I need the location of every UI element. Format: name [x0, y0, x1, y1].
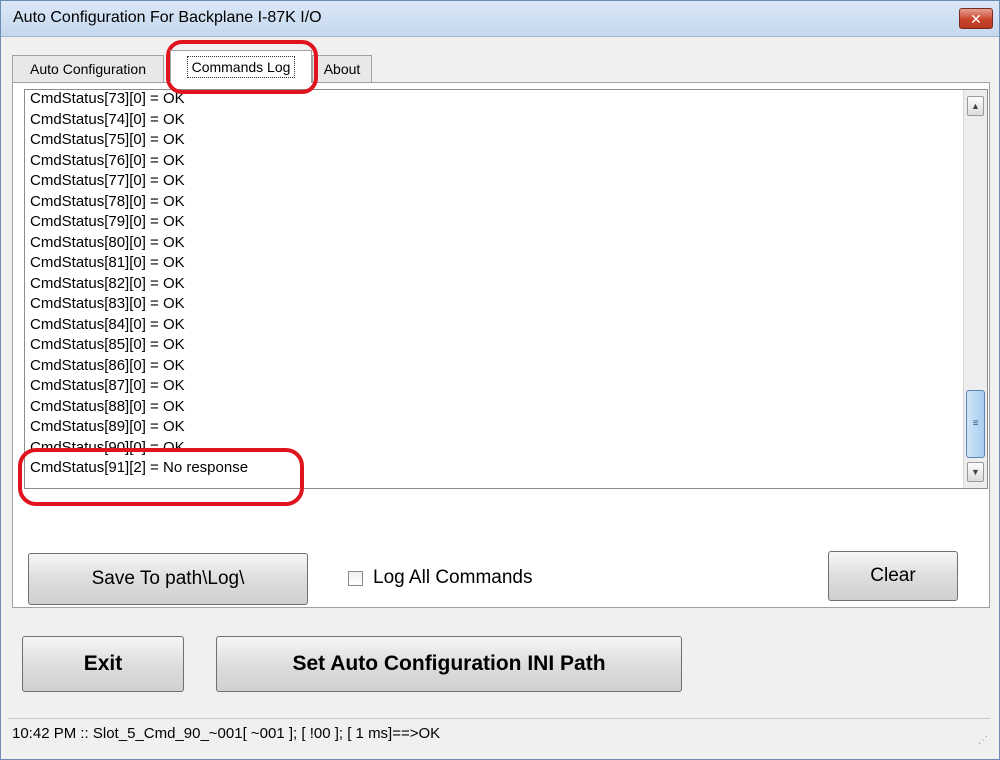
- log-line: CmdStatus[74][0] = OK: [30, 110, 185, 128]
- scroll-down-icon: ▼: [971, 467, 980, 477]
- log-line: CmdStatus[85][0] = OK: [30, 336, 185, 353]
- commands-log-list[interactable]: CmdStatus[73][0] = OK CmdStatus[74][0] = …: [24, 89, 988, 489]
- tab-commands-log[interactable]: Commands Log: [170, 50, 312, 83]
- log-all-commands-checkbox[interactable]: [348, 570, 363, 586]
- log-line: CmdStatus[82][0] = OK: [30, 274, 185, 292]
- close-button[interactable]: ✕: [959, 8, 993, 29]
- tab-auto-configuration-label: Auto Configuration: [30, 61, 146, 77]
- log-line: CmdStatus[76][0] = OK: [30, 151, 185, 169]
- log-line: CmdStatus[84][0] = OK: [30, 315, 185, 333]
- scroll-thumb[interactable]: ≡: [966, 390, 985, 458]
- tab-commands-log-label: Commands Log: [186, 56, 296, 78]
- log-line: CmdStatus[81][0] = OK: [30, 254, 185, 271]
- tab-auto-configuration[interactable]: Auto Configuration: [12, 55, 164, 82]
- tab-about-label: About: [323, 61, 361, 77]
- log-line: CmdStatus[90][0] = OK: [30, 438, 185, 456]
- resize-grip-icon[interactable]: ⋰: [978, 735, 988, 746]
- set-ini-path-button[interactable]: Set Auto Configuration INI Path: [216, 636, 682, 692]
- log-line: CmdStatus[75][0] = OK: [30, 131, 185, 148]
- log-line: CmdStatus[89][0] = OK: [30, 418, 185, 435]
- scroll-up-icon: ▲: [971, 101, 980, 111]
- log-line: CmdStatus[88][0] = OK: [30, 397, 185, 415]
- log-line: CmdStatus[91][2] = No response: [30, 459, 249, 476]
- log-scrollbar[interactable]: ▲ ≡ ▼: [963, 90, 987, 488]
- close-icon: ✕: [970, 10, 982, 27]
- save-to-log-button[interactable]: Save To path\Log\: [28, 553, 308, 605]
- status-bar: 10:42 PM :: Slot_5_Cmd_90_~001[ ~001 ]; …: [8, 718, 990, 748]
- log-all-commands-label[interactable]: Log All Commands: [373, 567, 532, 589]
- title-bar: Auto Configuration For Backplane I-87K I…: [1, 1, 999, 37]
- scroll-up-button[interactable]: ▲: [967, 96, 984, 116]
- thumb-grip-icon: ≡: [972, 418, 979, 429]
- log-line: CmdStatus[77][0] = OK: [30, 172, 185, 189]
- tab-about[interactable]: About: [312, 55, 372, 82]
- log-line: CmdStatus[73][0] = OK: [30, 90, 185, 107]
- scroll-down-button[interactable]: ▼: [967, 462, 984, 482]
- status-text: 10:42 PM :: Slot_5_Cmd_90_~001[ ~001 ]; …: [12, 725, 441, 742]
- log-line: CmdStatus[79][0] = OK: [30, 213, 185, 230]
- log-line: CmdStatus[78][0] = OK: [30, 192, 185, 210]
- log-line: CmdStatus[87][0] = OK: [30, 377, 185, 394]
- log-all-commands-option[interactable]: Log All Commands: [348, 566, 532, 590]
- log-line: CmdStatus[80][0] = OK: [30, 233, 185, 251]
- log-line: CmdStatus[83][0] = OK: [30, 295, 185, 312]
- log-line: CmdStatus[86][0] = OK: [30, 356, 185, 374]
- window-title: Auto Configuration For Backplane I-87K I…: [13, 9, 322, 26]
- log-lines: CmdStatus[73][0] = OK CmdStatus[74][0] = …: [30, 90, 960, 479]
- exit-button[interactable]: Exit: [22, 636, 184, 692]
- clear-button[interactable]: Clear: [828, 551, 958, 601]
